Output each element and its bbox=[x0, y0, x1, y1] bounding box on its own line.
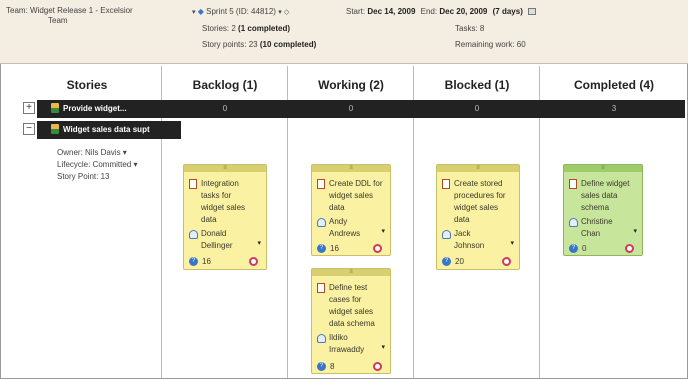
column-header-stories: Stories bbox=[66, 78, 108, 92]
task-title: Define widget sales data schema bbox=[581, 179, 630, 212]
task-icon bbox=[442, 179, 450, 189]
task-title: Define test cases for widget sales data sch… bbox=[329, 283, 375, 328]
task-points: 8 bbox=[330, 362, 335, 371]
user-icon bbox=[317, 334, 326, 343]
task-owner[interactable]: Andy Andrews bbox=[329, 216, 379, 240]
task-card[interactable]: ≡ Create DDL for widget sales data Andy And… bbox=[311, 164, 391, 256]
sprint-icon: ◆ bbox=[197, 7, 204, 16]
drag-handle[interactable]: ≡ bbox=[437, 165, 519, 172]
column-header-backlog: Backlog (1) bbox=[192, 78, 258, 92]
story-owner[interactable]: Owner: Nils Davis ▾ bbox=[57, 148, 127, 157]
task-title: Create stored procedures for widget sales d… bbox=[454, 179, 506, 224]
task-points: 16 bbox=[330, 244, 339, 253]
sprint-dates: Start: Dec 14, 2009 End: Dec 20, 2009 (7… bbox=[346, 7, 537, 16]
task-card[interactable]: ≡ Define test cases for widget sales data s… bbox=[311, 268, 391, 374]
task-points: 16 bbox=[202, 257, 211, 266]
task-icon bbox=[317, 283, 325, 293]
story-row[interactable]: Provide widget... 0 0 0 3 bbox=[37, 100, 685, 118]
team-name-line2: Team bbox=[48, 16, 68, 25]
points-icon: ? bbox=[569, 244, 578, 253]
backlog-count: 0 bbox=[222, 104, 228, 113]
owner-dropdown-icon[interactable]: ▾ bbox=[257, 239, 261, 247]
working-count: 0 bbox=[348, 104, 354, 113]
task-icon bbox=[189, 179, 197, 189]
sprint-dropdown-icon[interactable]: ▾ bbox=[192, 9, 196, 16]
story-name[interactable]: Widget sales data supt bbox=[63, 125, 150, 134]
task-points: 20 bbox=[455, 257, 464, 266]
task-icon bbox=[569, 179, 577, 189]
drag-handle[interactable]: ≡ bbox=[312, 269, 390, 276]
sprint-header: Team: Widget Release 1 - Excelsior Team … bbox=[0, 0, 688, 64]
delete-icon[interactable] bbox=[373, 244, 382, 253]
task-owner[interactable]: Christine Chan bbox=[581, 216, 631, 240]
column-header-working: Working (2) bbox=[318, 78, 384, 92]
user-icon bbox=[569, 218, 578, 227]
tasks-summary: Tasks: 8 bbox=[455, 24, 485, 33]
delete-icon[interactable] bbox=[373, 362, 382, 371]
completed-count: 3 bbox=[611, 104, 617, 113]
stories-summary: Stories: 2 (1 completed) bbox=[202, 24, 291, 33]
points-icon: ? bbox=[442, 257, 451, 266]
points-icon: ? bbox=[189, 257, 198, 266]
remaining-work: Remaining work: 60 bbox=[455, 40, 526, 49]
task-owner[interactable]: Jack Johnson bbox=[454, 228, 504, 252]
owner-dropdown-icon[interactable]: ▾ bbox=[381, 343, 385, 351]
expand-button[interactable]: + bbox=[23, 102, 35, 114]
points-summary: Story points: 23 (10 completed) bbox=[202, 40, 317, 49]
column-header-blocked: Blocked (1) bbox=[444, 78, 510, 92]
task-title: Create DDL for widget sales data bbox=[329, 179, 383, 212]
drag-handle[interactable]: ≡ bbox=[312, 165, 390, 172]
task-card[interactable]: ≡ Define widget sales data schema Christin… bbox=[563, 164, 643, 256]
chevron-down-icon[interactable]: ▾ bbox=[278, 9, 282, 16]
task-owner[interactable]: Donald Dellinger bbox=[201, 228, 251, 252]
task-board: Stories Backlog (1) Working (2) Blocked … bbox=[0, 64, 688, 379]
task-owner[interactable]: Ildiko Irrawaddy bbox=[329, 332, 379, 356]
owner-dropdown-icon[interactable]: ▾ bbox=[381, 227, 385, 235]
task-card[interactable]: ≡ Integration tasks for widget sales data D… bbox=[183, 164, 267, 270]
collapse-button[interactable]: − bbox=[23, 123, 35, 135]
task-icon bbox=[317, 179, 325, 189]
calendar-icon[interactable] bbox=[528, 8, 537, 16]
task-points: 0 bbox=[582, 244, 587, 253]
column-header-completed: Completed (4) bbox=[573, 78, 654, 92]
story-icon bbox=[51, 124, 59, 134]
story-icon bbox=[51, 103, 59, 113]
delete-icon[interactable] bbox=[502, 257, 511, 266]
task-title: Integration tasks for widget sales data bbox=[201, 179, 246, 224]
story-name[interactable]: Provide widget... bbox=[63, 104, 127, 113]
team-name: Team: Widget Release 1 - Excelsior bbox=[6, 6, 133, 15]
story-row[interactable]: Widget sales data supt bbox=[37, 121, 181, 139]
blocked-count: 0 bbox=[474, 104, 480, 113]
points-icon: ? bbox=[317, 244, 326, 253]
owner-dropdown-icon[interactable]: ▾ bbox=[510, 239, 514, 247]
user-icon bbox=[442, 230, 451, 239]
drag-handle[interactable]: ≡ bbox=[184, 165, 266, 172]
task-card[interactable]: ≡ Create stored procedures for widget sale… bbox=[436, 164, 520, 270]
user-icon bbox=[317, 218, 326, 227]
owner-dropdown-icon[interactable]: ▾ bbox=[633, 227, 637, 235]
drag-handle[interactable]: ≡ bbox=[564, 165, 642, 172]
story-point: Story Point: 13 bbox=[57, 172, 110, 181]
delete-icon[interactable] bbox=[625, 244, 634, 253]
story-lifecycle[interactable]: Lifecycle: Committed ▾ bbox=[57, 160, 137, 169]
points-icon: ? bbox=[317, 362, 326, 371]
next-sprint-icon[interactable]: ◇ bbox=[284, 9, 289, 16]
delete-icon[interactable] bbox=[249, 257, 258, 266]
user-icon bbox=[189, 230, 198, 239]
sprint-selector[interactable]: ▾ ◆ Sprint 5 (ID: 44812) ▾ ◇ bbox=[192, 7, 289, 16]
